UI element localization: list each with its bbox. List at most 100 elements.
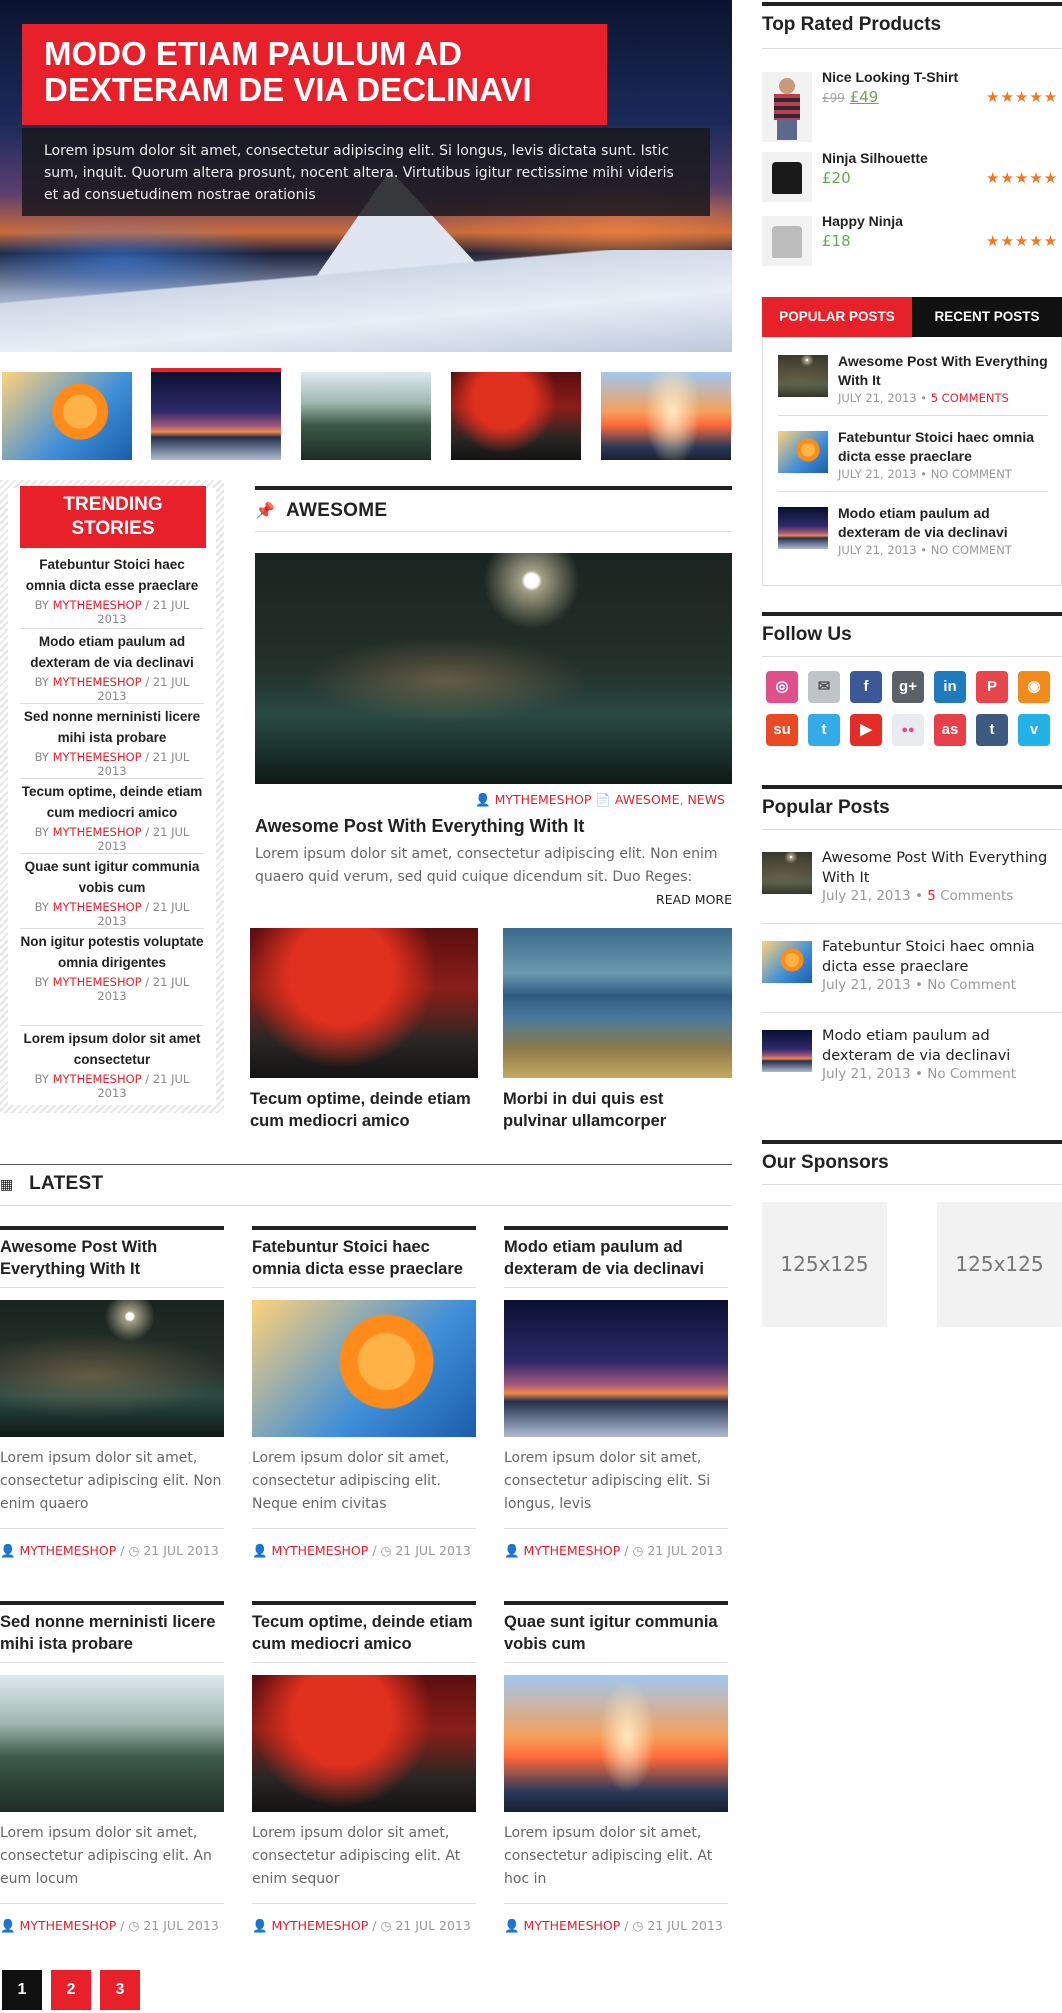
author-link[interactable]: MYTHEMESHOP — [272, 1543, 369, 1558]
product-name[interactable]: Happy Ninja — [822, 212, 903, 231]
trending-item[interactable]: Fatebuntur Stoici haec omnia dicta esse … — [20, 554, 204, 629]
author-link[interactable]: MYTHEMESHOP — [524, 1918, 621, 1933]
comments-link[interactable]: No Comment — [927, 977, 1016, 993]
product-name[interactable]: Nice Looking T-Shirt — [822, 68, 958, 87]
latest-post-title[interactable]: Tecum optime, deinde etiam cum mediocri … — [252, 1611, 476, 1655]
sponsor-ad[interactable]: 125x125 — [937, 1202, 1062, 1327]
twitter-icon[interactable]: t — [808, 714, 840, 746]
popular-post-title[interactable]: Fatebuntur Stoici haec omnia dicta esse … — [822, 937, 1062, 977]
trending-item[interactable]: Sed nonne merninisti licere mihi ista pr… — [20, 704, 204, 779]
author-link[interactable]: MYTHEMESHOP — [20, 1918, 117, 1933]
latest-post-title[interactable]: Quae sunt igitur communia vobis cum — [504, 1611, 728, 1655]
slider-thumb[interactable] — [2, 372, 132, 460]
latest-post-image[interactable] — [0, 1675, 224, 1812]
trending-item[interactable]: Quae sunt igitur communia vobis cum BY M… — [20, 854, 204, 929]
latest-post-image[interactable] — [504, 1675, 728, 1812]
latest-post-title[interactable]: Modo etiam paulum ad dexteram de via dec… — [504, 1236, 728, 1280]
read-more-link[interactable]: READ MORE — [620, 892, 732, 907]
category-link[interactable]: NEWS — [687, 792, 725, 807]
trending-item-title[interactable]: Sed nonne merninisti licere mihi ista pr… — [20, 706, 204, 748]
comments-link[interactable]: NO COMMENT — [931, 467, 1012, 481]
latest-post-title[interactable]: Awesome Post With Everything With It — [0, 1236, 224, 1280]
slider-thumb[interactable] — [301, 372, 431, 460]
trending-item-title[interactable]: Fatebuntur Stoici haec omnia dicta esse … — [20, 554, 204, 596]
trending-item-title[interactable]: Lorem ipsum dolor sit amet consectetur — [20, 1028, 204, 1070]
tab-post-thumb[interactable] — [778, 431, 828, 473]
hero-title-box[interactable]: MODO ETIAM PAULUM AD DEXTERAM DE VIA DEC… — [22, 24, 607, 125]
trending-item[interactable]: Non igitur potestis voluptate omnia diri… — [20, 929, 204, 1026]
comments-link[interactable]: Comments — [936, 888, 1013, 904]
latest-post-title[interactable]: Sed nonne merninisti licere mihi ista pr… — [0, 1611, 224, 1655]
awesome-featured-image[interactable] — [255, 553, 732, 784]
hero-title[interactable]: MODO ETIAM PAULUM AD DEXTERAM DE VIA DEC… — [44, 36, 585, 108]
product-image-tshirt[interactable] — [762, 72, 812, 142]
tab-post-thumb[interactable] — [778, 355, 828, 397]
popular-post-thumb[interactable] — [762, 852, 812, 894]
latest-post-image[interactable] — [252, 1675, 476, 1812]
rss-icon[interactable]: ◉ — [1018, 671, 1050, 703]
facebook-icon[interactable]: f — [850, 671, 882, 703]
popular-post-thumb[interactable] — [762, 941, 812, 983]
author-link[interactable]: MYTHEMESHOP — [53, 1072, 142, 1086]
author-link[interactable]: MYTHEMESHOP — [53, 598, 142, 612]
awesome-small-image[interactable] — [503, 928, 732, 1078]
author-link[interactable]: MYTHEMESHOP — [53, 900, 142, 914]
author-link[interactable]: MYTHEMESHOP — [53, 675, 142, 689]
product-image-happy-ninja[interactable] — [762, 216, 812, 266]
slider-thumb[interactable] — [601, 372, 731, 460]
awesome-small-title[interactable]: Morbi in dui quis est pulvinar ullamcorp… — [503, 1088, 732, 1132]
sponsor-ad[interactable]: 125x125 — [762, 1202, 887, 1327]
author-link[interactable]: MYTHEMESHOP — [53, 825, 142, 839]
tumblr-icon[interactable]: t — [976, 714, 1008, 746]
slider-thumb[interactable] — [451, 372, 581, 460]
trending-item[interactable]: Modo etiam paulum ad dexteram de via dec… — [20, 629, 204, 704]
latest-post-image[interactable] — [252, 1300, 476, 1437]
page-1-button[interactable]: 1 — [2, 1970, 42, 2010]
awesome-small-title[interactable]: Tecum optime, deinde etiam cum mediocri … — [250, 1088, 490, 1132]
email-icon[interactable]: ✉ — [808, 671, 840, 703]
pinterest-icon[interactable]: P — [976, 671, 1008, 703]
author-link[interactable]: MYTHEMESHOP — [524, 1543, 621, 1558]
stumbleupon-icon[interactable]: su — [766, 714, 798, 746]
flickr-icon[interactable]: ●● — [892, 714, 924, 746]
latest-post-image[interactable] — [504, 1300, 728, 1437]
author-link[interactable]: MYTHEMESHOP — [53, 975, 142, 989]
trending-item-title[interactable]: Quae sunt igitur communia vobis cum — [20, 856, 204, 898]
youtube-icon[interactable]: ▶ — [850, 714, 882, 746]
trending-item-title[interactable]: Non igitur potestis voluptate omnia diri… — [20, 931, 204, 973]
trending-item-title[interactable]: Tecum optime, deinde etiam cum mediocri … — [20, 781, 204, 823]
author-link[interactable]: MYTHEMESHOP — [272, 1918, 369, 1933]
dribbble-icon[interactable]: ◎ — [766, 671, 798, 703]
trending-item[interactable]: Tecum optime, deinde etiam cum mediocri … — [20, 779, 204, 854]
comments-link[interactable]: NO COMMENT — [931, 543, 1012, 557]
comments-link[interactable]: No Comment — [927, 1066, 1016, 1082]
author-link[interactable]: MYTHEMESHOP — [20, 1543, 117, 1558]
tab-popular-posts[interactable]: POPULAR POSTS — [762, 297, 912, 337]
comment-count[interactable]: 5 — [927, 888, 936, 904]
tab-post-title[interactable]: Fatebuntur Stoici haec omnia dicta esse … — [838, 428, 1058, 466]
tab-post-title[interactable]: Awesome Post With Everything With It — [838, 352, 1053, 390]
trending-item-title[interactable]: Modo etiam paulum ad dexteram de via dec… — [20, 631, 204, 673]
vimeo-icon[interactable]: v — [1018, 714, 1050, 746]
page-3-button[interactable]: 3 — [100, 1970, 140, 2010]
latest-post-title[interactable]: Fatebuntur Stoici haec omnia dicta esse … — [252, 1236, 476, 1280]
tab-recent-posts[interactable]: RECENT POSTS — [912, 297, 1062, 337]
slider-thumb-active[interactable] — [151, 368, 281, 460]
awesome-small-image[interactable] — [250, 928, 478, 1078]
linkedin-icon[interactable]: in — [934, 671, 966, 703]
tab-post-thumb[interactable] — [778, 507, 828, 549]
tab-post-title[interactable]: Modo etiam paulum ad dexteram de via dec… — [838, 504, 1053, 542]
awesome-post-title[interactable]: Awesome Post With Everything With It — [255, 816, 732, 837]
lastfm-icon[interactable]: as — [934, 714, 966, 746]
latest-post-image[interactable] — [0, 1300, 224, 1437]
trending-item[interactable]: Lorem ipsum dolor sit amet consectetur B… — [20, 1026, 204, 1101]
author-link[interactable]: MYTHEMESHOP — [495, 792, 592, 807]
popular-post-thumb[interactable] — [762, 1030, 812, 1072]
page-2-button[interactable]: 2 — [51, 1970, 91, 2010]
comments-link[interactable]: 5 COMMENTS — [931, 391, 1009, 405]
product-name[interactable]: Ninja Silhouette — [822, 149, 928, 168]
popular-post-title[interactable]: Awesome Post With Everything With It — [822, 848, 1062, 888]
popular-post-title[interactable]: Modo etiam paulum ad dexteram de via dec… — [822, 1026, 1062, 1066]
author-link[interactable]: MYTHEMESHOP — [53, 750, 142, 764]
category-link[interactable]: AWESOME — [615, 792, 680, 807]
